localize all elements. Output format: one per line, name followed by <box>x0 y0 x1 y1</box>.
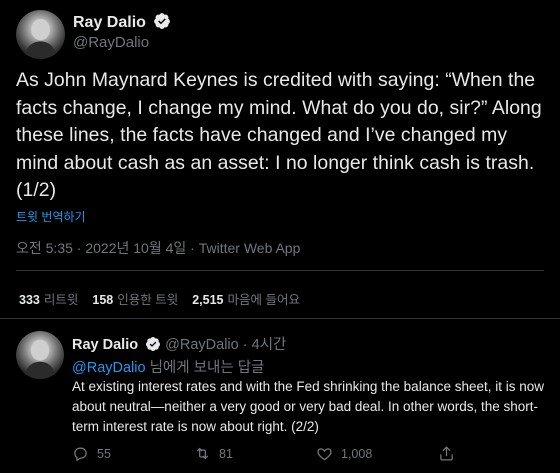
reply-count: 55 <box>97 446 111 461</box>
verified-badge-icon <box>154 13 171 29</box>
reply-to-suffix: 님에게 보내는 답글 <box>149 360 265 376</box>
avatar-portrait <box>23 339 57 379</box>
like-button[interactable]: 1,008 <box>316 445 438 462</box>
reply-author-avatar[interactable] <box>16 331 64 379</box>
replying-to: @RayDalio 님에게 보내는 답글 <box>72 356 264 377</box>
author-handle[interactable]: @RayDalio <box>73 34 149 51</box>
reply-text: At existing interest rates and with the … <box>72 379 545 434</box>
reply-button[interactable]: 55 <box>72 445 194 462</box>
quotes-stat[interactable]: 158 인용한 트윗 <box>92 289 178 308</box>
retweet-count: 81 <box>219 446 233 461</box>
tweet-text: As John Maynard Keynes is credited with … <box>16 69 542 201</box>
reply-author-handle[interactable]: @RayDalio <box>165 337 239 353</box>
translate-tweet-link[interactable]: 트윗 번역하기 <box>16 208 86 225</box>
author-name[interactable]: Ray Dalio <box>73 12 171 32</box>
tweet-timestamp[interactable]: 오전 5:35 · 2022년 10월 4일 · Twitter Web App <box>16 238 300 258</box>
separator-dot: · <box>242 337 248 353</box>
likes-stat[interactable]: 2,515 마음에 들어요 <box>192 289 300 308</box>
reply-icon <box>74 447 87 462</box>
divider <box>16 270 544 271</box>
verified-badge-icon <box>146 337 161 351</box>
share-icon <box>440 446 453 461</box>
reply-actions: 55 81 1,008 <box>72 445 560 462</box>
reply-time[interactable]: 4시간 <box>252 337 287 353</box>
reply-to-mention[interactable]: @RayDalio <box>72 360 146 376</box>
reply-author-name[interactable]: Ray Dalio <box>72 337 138 353</box>
like-count: 1,008 <box>341 446 373 461</box>
retweet-button[interactable]: 81 <box>194 445 316 462</box>
retweets-stat[interactable]: 333 리트윗 <box>19 289 78 308</box>
divider <box>0 318 560 319</box>
avatar-portrait <box>23 18 58 59</box>
retweet-icon <box>196 447 209 460</box>
share-button[interactable] <box>438 445 560 462</box>
reply-header: Ray Dalio @RayDalio · 4시간 <box>72 333 286 354</box>
like-icon <box>317 448 332 461</box>
author-name-text[interactable]: Ray Dalio <box>73 14 146 31</box>
author-avatar[interactable] <box>16 10 65 59</box>
tweet-stats: 333 리트윗 158 인용한 트윗 2,515 마음에 들어요 <box>19 289 300 308</box>
